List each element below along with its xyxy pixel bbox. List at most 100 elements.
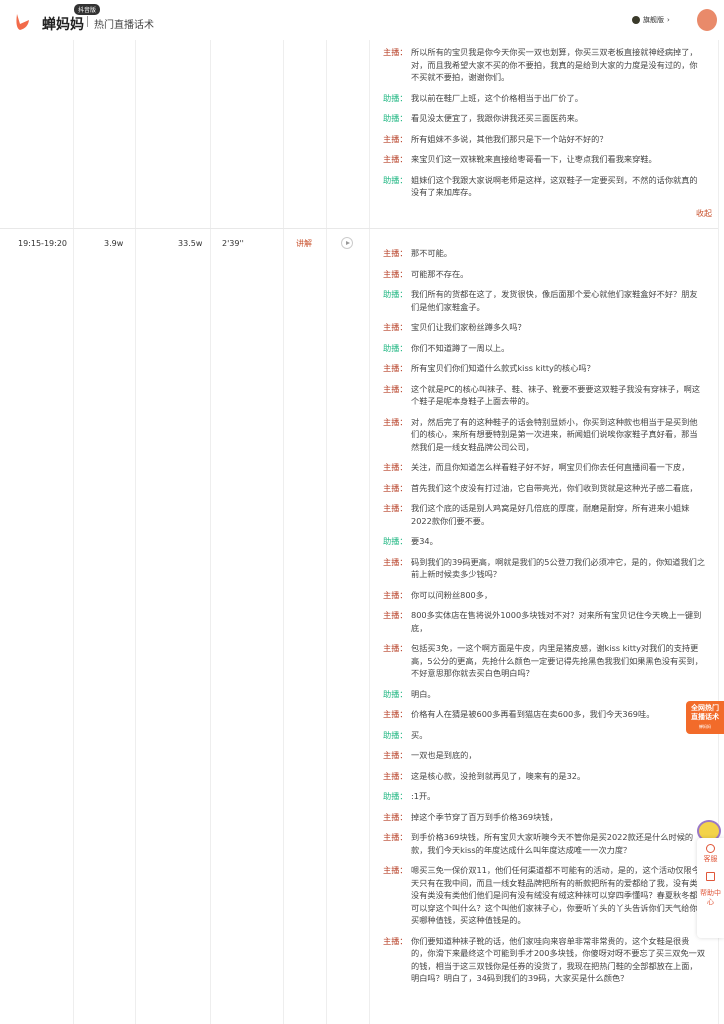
- script-line: 助播： 我们所有的货都在这了，发货很快，像后面那个爱心就他们家鞋盒好不好？朋友们是…: [383, 288, 705, 313]
- script-text: 嗯买三免一保价双11，他们任何渠道都不可能有的活动，是的，这个活动仅限今天只有在…: [411, 865, 700, 925]
- script-line: 助播： 我以前在鞋厂上班，这个价格相当于出厂价了。: [383, 92, 705, 105]
- host-label: 主播：: [383, 832, 408, 842]
- help-center-button[interactable]: 帮助中心: [697, 889, 724, 907]
- host-label: 主播：: [383, 482, 408, 493]
- segment-type: 讲解: [296, 239, 312, 248]
- hot-scripts-float-ad[interactable]: 全网热门 直播话术 蝉妈妈: [686, 701, 724, 734]
- host-label: 主播：: [383, 503, 408, 513]
- chanmama-logo-icon: [16, 14, 29, 30]
- service-label: 客服: [703, 855, 718, 863]
- script-line: 主播： 可能那不存在。: [383, 268, 705, 281]
- host-label: 主播：: [383, 363, 408, 373]
- script-line: 主播： 宝贝们让我们家粉丝蹲多久吗？: [383, 321, 705, 334]
- host-label: 主播：: [383, 154, 408, 164]
- script-line: 助播： 明白。: [383, 688, 705, 701]
- ad-line-1: 全网热门: [691, 704, 719, 712]
- assistant-label: 助播：: [383, 536, 408, 546]
- script-line: 主播： 来宝贝们这一双袜靴来直接给枣哥看一下，让枣点我们看我来穿鞋。: [383, 153, 705, 166]
- script-text: 所有姐妹不多说，其他我们那只是下一个站好不好的？: [411, 133, 608, 144]
- script-text: 来宝贝们这一双袜靴来直接给枣哥看一下，让枣点我们看我来穿鞋。: [411, 154, 657, 164]
- vip-label: 旗舰版: [643, 16, 664, 24]
- column-divider: [135, 40, 136, 1024]
- page-title: 热门直播话术: [94, 20, 154, 31]
- script-text: 姐妹们这个我跟大家说啊老师是这样，这双鞋子一定要买到，不然的话你就真的没有了来加…: [411, 174, 698, 198]
- side-toolbar: 客服 帮助中心: [697, 838, 724, 938]
- assistant-label: 助播：: [383, 289, 408, 299]
- script-line: 主播： 到手价格369块钱，所有宝贝大家听噢今天不管你是买2022款还是什么时候的…: [383, 831, 705, 856]
- divider: [87, 16, 88, 27]
- script-text: 800多实体店在售将说外1000多块钱对不对？对来所有宝贝记住今天晚上一键到底，: [411, 610, 702, 633]
- qrcode-icon: [706, 872, 715, 881]
- script-line: 主播： 所以所有的宝贝我是你今天你买一双也划算，你买三双老板直接就神经病掉了，对，…: [383, 46, 705, 84]
- script-text: 看见没太便宜了，我跟你讲我还买三面医药来。: [411, 113, 583, 123]
- script-line: 助播： 你们不知道蹲了一周以上。: [383, 342, 705, 355]
- script-text: 宝贝们让我们家粉丝蹲多久吗？: [411, 322, 526, 332]
- script-text: 码到我们的39码更高，啊就是我们的5公登刀我们必须冲它，是的，你知道我们之前上新…: [411, 556, 706, 580]
- host-label: 主播：: [383, 589, 408, 600]
- script-line: 主播： 价格有人在猜是被600多再看到猫店在卖600多，我们今天369哇。: [383, 708, 705, 721]
- script-section-1: 主播： 所以所有的宝贝我是你今天你买一双也划算，你买三双老板直接就神经病掉了，对，…: [383, 46, 705, 207]
- column-divider: [283, 40, 284, 1024]
- column-divider: [369, 40, 370, 1024]
- script-text: 价格有人在猜是被600多再看到猫店在卖600多，我们今天369哇。: [411, 709, 655, 719]
- script-text: 我们所有的货都在这了，发货很快，像后面那个爱心就他们家鞋盒好不好？朋友们是他们家…: [411, 289, 698, 312]
- customer-service-button[interactable]: 客服: [697, 844, 724, 864]
- host-label: 主播：: [383, 248, 408, 258]
- sales: 33.5w: [178, 239, 203, 248]
- script-text: 这是核心款，没抢到就再见了，噢来有的是32。: [411, 770, 586, 781]
- host-label: 主播：: [383, 133, 408, 144]
- script-text: 你们不知道蹲了一周以上。: [411, 342, 510, 353]
- collapse-button[interactable]: 收起: [696, 208, 712, 219]
- user-avatar[interactable]: [697, 9, 717, 31]
- script-line: 主播： 掉这个季节穿了百万到手价格369块钱，: [383, 811, 705, 824]
- host-label: 主播：: [383, 709, 408, 719]
- script-line: 主播： 你可以问粉丝800多，: [383, 589, 705, 602]
- host-label: 主播：: [383, 416, 408, 427]
- host-label: 主播：: [383, 383, 408, 394]
- script-line: 主播： 你们要知道种袜子靴的话，他们家哇向来容单非常非常贵的，这个女鞋是很贵的，你…: [383, 935, 705, 985]
- host-label: 主播：: [383, 556, 408, 567]
- script-line: 主播： 那不可能。: [383, 247, 705, 260]
- ad-brand: 蝉妈妈: [699, 724, 711, 729]
- script-line: 主播： 关注，而且你知道怎么样看鞋子好不好，啊宝贝们你去任何直播间看一下皮，: [383, 461, 705, 474]
- assistant-label: 助播：: [383, 92, 408, 103]
- host-label: 主播：: [383, 935, 408, 946]
- script-line: 主播： 所有宝贝们你们知道什么款式kiss kitty的核心吗？: [383, 362, 705, 375]
- chevron-right-icon: ›: [667, 16, 670, 24]
- script-text: 要34。: [411, 536, 438, 546]
- diamond-icon: [632, 16, 640, 24]
- script-text: 一双也是到底的，: [411, 750, 477, 760]
- script-text: 你可以问粉丝800多，: [411, 589, 493, 600]
- host-label: 主播：: [383, 811, 408, 822]
- assistant-label: 助播：: [383, 791, 408, 801]
- headset-icon: [706, 844, 715, 853]
- top-header: 抖音版 蝉妈妈 热门直播话术 旗舰版 ›: [0, 0, 724, 40]
- script-text: 可能那不存在。: [411, 268, 469, 279]
- qrcode-button[interactable]: [697, 872, 724, 881]
- script-line: 主播： 码到我们的39码更高，啊就是我们的5公登刀我们必须冲它，是的，你知道我们之…: [383, 556, 705, 581]
- script-text: 你们要知道种袜子靴的话，他们家哇向来容单非常非常贵的，这个女鞋是很贵的，你滑下来…: [411, 935, 706, 984]
- help-label: 帮助中心: [700, 889, 721, 906]
- script-text: 那不可能。: [411, 248, 452, 258]
- script-text: 所有宝贝们你们知道什么款式kiss kitty的核心吗？: [411, 363, 595, 373]
- column-divider: [326, 40, 327, 1024]
- script-line: 主播： 800多实体店在售将说外1000多块钱对不对？对来所有宝贝记住今天晚上一键…: [383, 609, 705, 634]
- time-range: 19:15-19:20: [18, 239, 67, 248]
- script-line: 主播： 我们这个底的话是别人鸡窝是好几倍底的厚度，耐磨是耐穿，所有进来小姐妹202…: [383, 502, 705, 527]
- vip-level-link[interactable]: 旗舰版 ›: [632, 15, 670, 25]
- host-label: 主播：: [383, 610, 408, 620]
- script-text: 我以前在鞋厂上班，这个价格相当于出厂价了。: [411, 92, 583, 103]
- script-text: 这个就是PC的核心叫袜子、鞋、袜子、靴要不要要这双鞋子我没有穿袜子，啊这个鞋子是…: [411, 383, 701, 407]
- script-line: 助播： 买。: [383, 729, 705, 742]
- brand-name[interactable]: 蝉妈妈: [42, 14, 84, 34]
- host-label: 主播：: [383, 322, 408, 332]
- script-text: :1开。: [411, 791, 436, 801]
- assistant-label: 助播：: [383, 113, 408, 123]
- script-line: 主播： 对，然后完了有的这种鞋子的话会特别显娇小，你买到这种款也相当于是买到他们的…: [383, 416, 705, 454]
- play-icon[interactable]: [341, 237, 353, 249]
- host-label: 主播：: [383, 865, 408, 875]
- script-text: 到手价格369块钱，所有宝贝大家听噢今天不管你是买2022款还是什么时候的款，我…: [411, 832, 694, 855]
- column-divider: [210, 40, 211, 1024]
- host-label: 主播：: [383, 268, 408, 279]
- ad-line-2: 直播话术: [691, 713, 719, 721]
